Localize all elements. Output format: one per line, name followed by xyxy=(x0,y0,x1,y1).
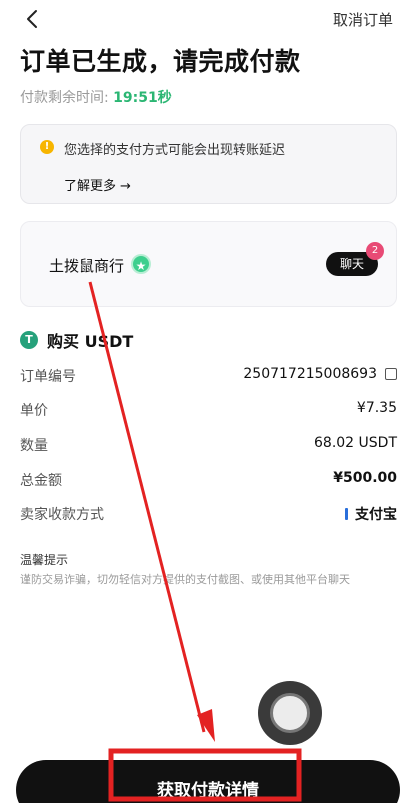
order-heading: T 购买 USDT xyxy=(20,328,133,352)
page-title: 订单已生成，请完成付款 xyxy=(20,47,301,76)
row-label: 单价 xyxy=(20,403,48,419)
row-value: 支付宝 xyxy=(355,507,397,523)
learn-more-link[interactable]: 了解更多 → xyxy=(64,175,131,194)
payment-method-value: 支付宝 xyxy=(345,504,397,524)
timer-value: 19:51秒 xyxy=(113,90,172,106)
get-payment-details-button[interactable]: 获取付款详情 xyxy=(16,760,400,803)
floating-assistive-button[interactable] xyxy=(258,681,322,745)
tips-body: 谨防交易诈骗，切勿轻信对方提供的支付截图、或使用其他平台聊天 xyxy=(20,573,350,586)
row-label: 订单编号 xyxy=(20,369,76,385)
unread-badge: 2 xyxy=(366,242,384,260)
seller-payment-method-row: 卖家收款方式 支付宝 xyxy=(20,504,397,526)
warning-icon: ! xyxy=(40,140,54,154)
row-label: 数量 xyxy=(20,438,48,454)
copy-icon[interactable] xyxy=(385,368,397,380)
arrow-right-icon: → xyxy=(120,179,131,194)
order-number-value: 250717215008693 xyxy=(243,366,397,382)
order-number-row: 订单编号 250717215008693 xyxy=(20,366,397,388)
alipay-icon xyxy=(345,508,348,520)
quantity-row: 数量 68.02 USDT xyxy=(20,435,397,457)
annotation-arrowhead xyxy=(197,709,215,742)
row-label: 卖家收款方式 xyxy=(20,507,104,523)
cancel-order-link[interactable]: 取消订单 xyxy=(333,9,393,30)
row-value: ¥7.35 xyxy=(356,400,397,416)
payment-timer: 付款剩余时间: 19:51秒 xyxy=(20,87,172,107)
row-value: 68.02 USDT xyxy=(314,435,397,451)
merchant-card: 土拨鼠商行 ★ 聊天 2 xyxy=(20,221,397,307)
cta-label: 获取付款详情 xyxy=(157,781,259,801)
back-chevron-icon[interactable] xyxy=(22,8,44,30)
row-value: 250717215008693 xyxy=(243,366,377,382)
learn-more-label: 了解更多 xyxy=(64,179,117,194)
verified-icon: ★ xyxy=(131,254,151,274)
payment-page: 取消订单 订单已生成，请完成付款 付款剩余时间: 19:51秒 ! 您选择的支付… xyxy=(0,0,415,803)
unit-price-row: 单价 ¥7.35 xyxy=(20,400,397,422)
row-label: 总金额 xyxy=(20,473,62,489)
tips-title: 温馨提示 xyxy=(20,553,69,567)
total-amount-row: 总金额 ¥500.00 xyxy=(20,470,397,492)
order-heading-text: 购买 USDT xyxy=(47,332,134,351)
timer-label: 付款剩余时间: xyxy=(20,90,109,106)
payment-delay-notice: ! 您选择的支付方式可能会出现转账延迟 了解更多 → xyxy=(20,124,397,204)
row-value: ¥500.00 xyxy=(333,470,397,486)
merchant-name[interactable]: 土拨鼠商行 xyxy=(49,255,124,276)
notice-text: 您选择的支付方式可能会出现转账延迟 xyxy=(64,143,286,158)
usdt-icon: T xyxy=(20,331,38,349)
